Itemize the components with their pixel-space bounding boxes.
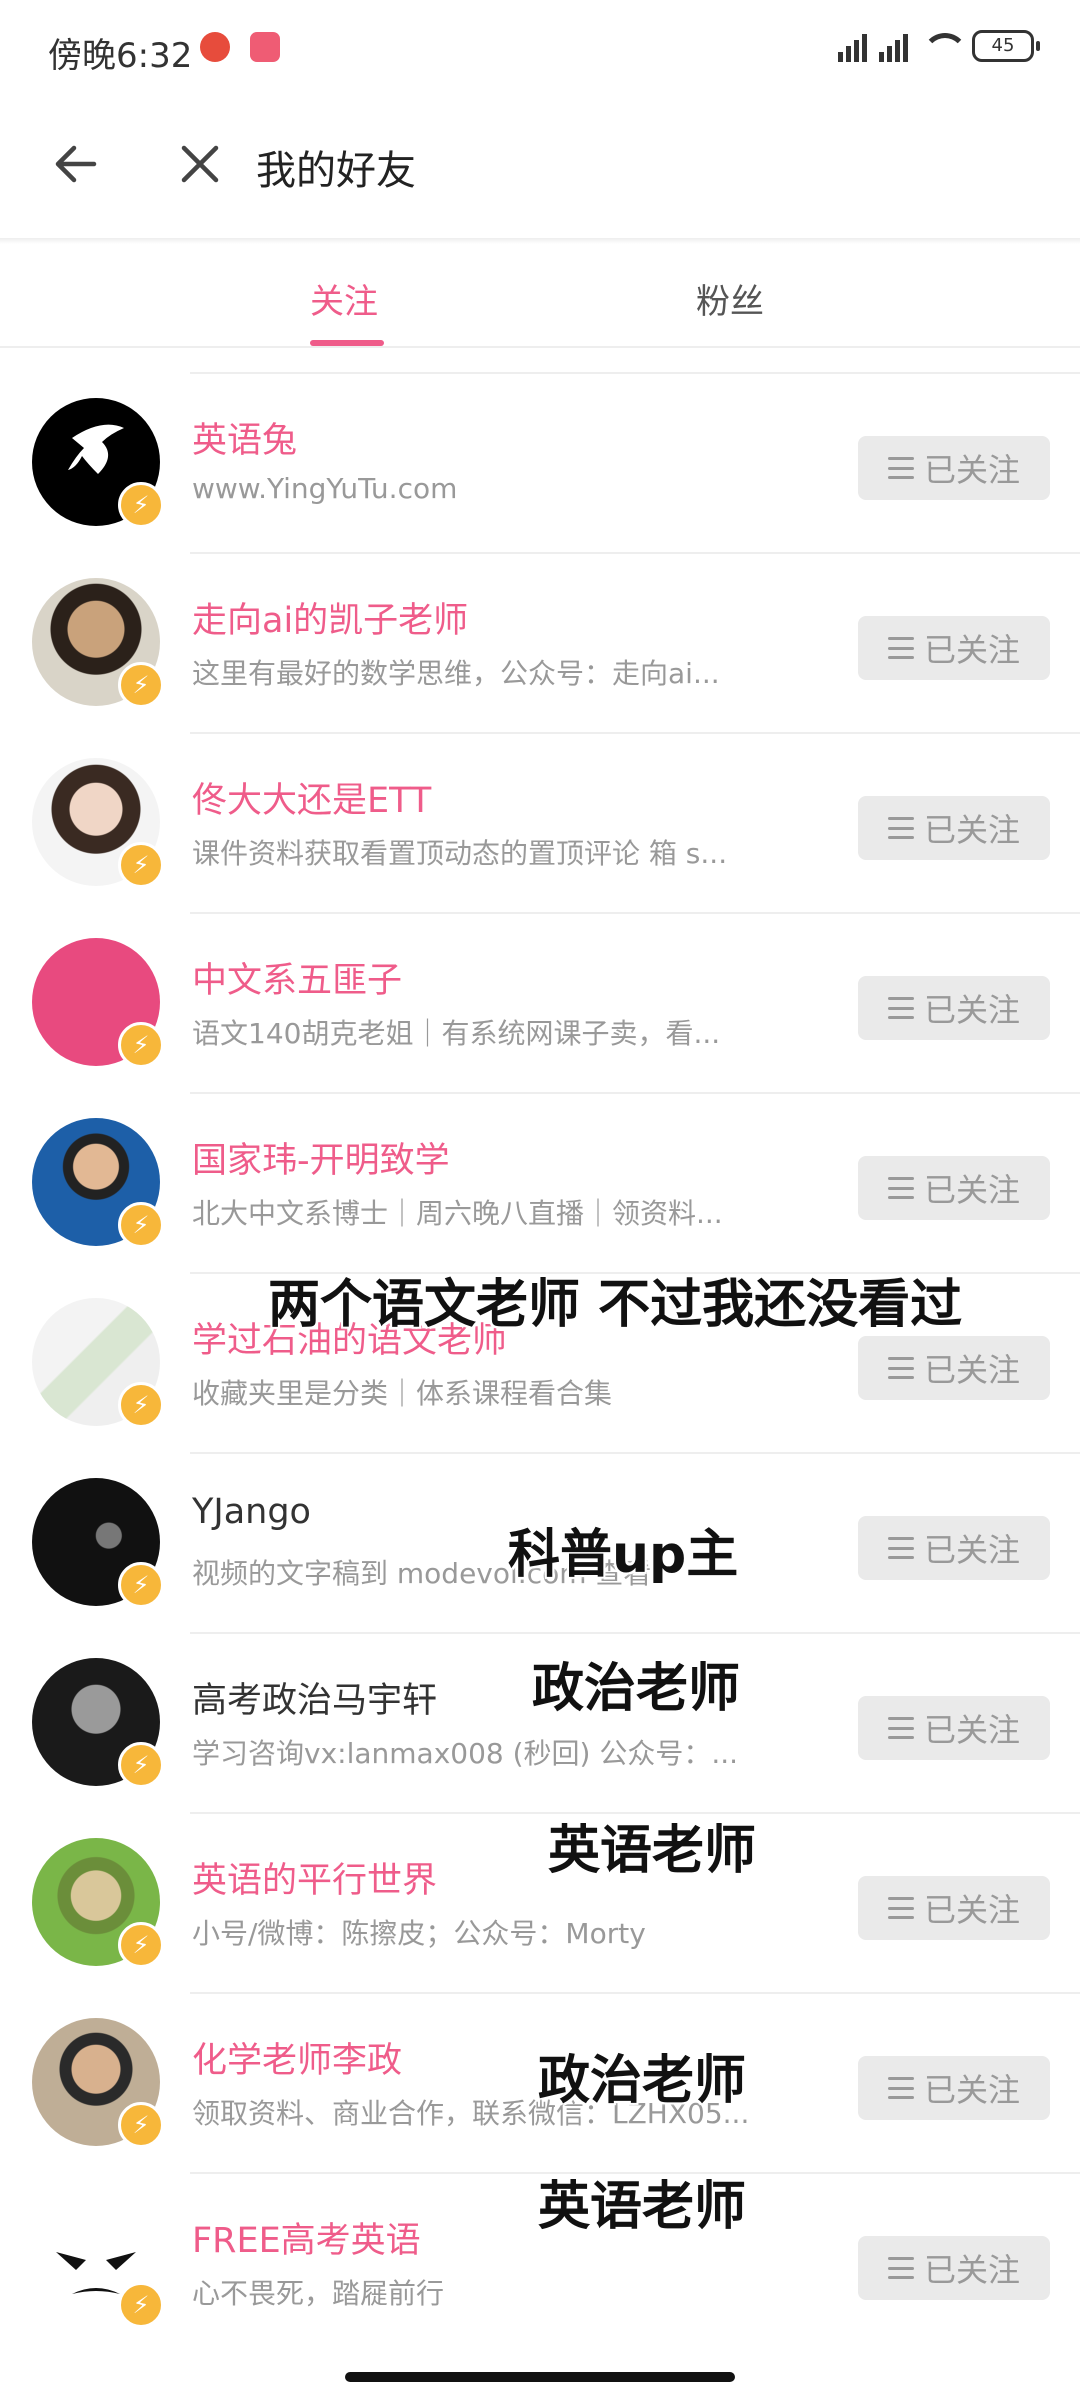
- following-label: 已关注: [923, 1711, 1020, 1749]
- tab-following[interactable]: 关注: [310, 274, 378, 323]
- user-name[interactable]: YJango: [192, 1492, 311, 1532]
- signal-icon: [838, 30, 867, 62]
- status-time: 傍晚6:32: [48, 36, 193, 76]
- verified-badge-icon: ⚡: [118, 2282, 164, 2328]
- list-item[interactable]: ⚡ 英语兔 www.YingYuTu.com 已关注: [0, 374, 1080, 554]
- following-label: 已关注: [923, 451, 1020, 489]
- following-label: 已关注: [923, 1531, 1020, 1569]
- user-name[interactable]: 英语的平行世界: [192, 1852, 437, 1903]
- app-notification-icon-2: [250, 32, 280, 62]
- overlay-caption: 政治老师: [532, 1659, 741, 1719]
- verified-badge-icon: ⚡: [118, 842, 164, 888]
- overlay-caption: 两个语文老师 不过我还没看过: [268, 1275, 963, 1335]
- following-button[interactable]: 已关注: [858, 2236, 1050, 2300]
- following-label: 已关注: [923, 1171, 1020, 1209]
- user-description: 心不畏死，踏屣前行: [192, 2277, 445, 2310]
- status-icons: 45: [838, 30, 1040, 62]
- following-label: 已关注: [923, 631, 1020, 669]
- user-description: www.YingYuTu.com: [192, 472, 458, 505]
- wifi-icon: [920, 31, 968, 61]
- user-name[interactable]: 化学老师李政: [192, 2032, 402, 2083]
- following-button[interactable]: 已关注: [858, 1876, 1050, 1940]
- menu-icon: [887, 2257, 914, 2279]
- verified-badge-icon: ⚡: [118, 1562, 164, 1608]
- menu-icon: [887, 637, 914, 659]
- following-label: 已关注: [923, 2251, 1020, 2289]
- menu-icon: [887, 1897, 914, 1919]
- following-label: 已关注: [923, 2071, 1020, 2109]
- list-item[interactable]: ⚡ 国家玮-开明致学 北大中文系博士｜周六晚八直播｜领资料... 已关注: [0, 1094, 1080, 1274]
- following-button[interactable]: 已关注: [858, 1156, 1050, 1220]
- verified-badge-icon: ⚡: [118, 1202, 164, 1248]
- battery-icon: 45: [972, 30, 1040, 62]
- following-label: 已关注: [923, 811, 1020, 849]
- battery-level: 45: [972, 30, 1034, 62]
- following-button[interactable]: 已关注: [858, 976, 1050, 1040]
- overlay-caption: 英语老师: [538, 2177, 747, 2237]
- verified-badge-icon: ⚡: [118, 2102, 164, 2148]
- user-name[interactable]: FREE高考英语: [192, 2212, 421, 2263]
- following-label: 已关注: [923, 1351, 1020, 1389]
- user-name[interactable]: 英语兔: [192, 412, 297, 463]
- list-item[interactable]: ⚡ 走向ai的凯子老师 这里有最好的数学思维，公众号：走向ai... 已关注: [0, 554, 1080, 734]
- verified-badge-icon: ⚡: [118, 1022, 164, 1068]
- menu-icon: [887, 997, 914, 1019]
- list-item[interactable]: ⚡ 英语的平行世界 小号/微博：陈擦皮；公众号：Morty 已关注: [0, 1814, 1080, 1994]
- overlay-caption: 英语老师: [548, 1821, 757, 1881]
- tabs-divider: [0, 346, 1080, 348]
- list-item[interactable]: ⚡ 中文系五匪子 语文140胡克老姐｜有系统网课子卖，看... 已关注: [0, 914, 1080, 1094]
- user-description: 这里有最好的数学思维，公众号：走向ai...: [192, 657, 720, 690]
- following-button[interactable]: 已关注: [858, 616, 1050, 680]
- menu-icon: [887, 1177, 914, 1199]
- menu-icon: [887, 817, 914, 839]
- tab-fans[interactable]: 粉丝: [696, 274, 764, 323]
- status-bar: 傍晚6:32 45: [0, 0, 1080, 96]
- following-label: 已关注: [923, 1891, 1020, 1929]
- overlay-caption: 科普up主: [508, 1525, 739, 1585]
- page-title: 我的好友: [256, 148, 416, 194]
- user-description: 小号/微博：陈擦皮；公众号：Morty: [192, 1917, 646, 1950]
- verified-badge-icon: ⚡: [118, 1922, 164, 1968]
- menu-icon: [887, 2077, 914, 2099]
- user-description: 语文140胡克老姐｜有系统网课子卖，看...: [192, 1017, 721, 1050]
- app-notification-icon: [200, 32, 230, 62]
- home-indicator[interactable]: [345, 2372, 735, 2382]
- user-name[interactable]: 中文系五匪子: [192, 952, 402, 1003]
- following-button[interactable]: 已关注: [858, 436, 1050, 500]
- user-name[interactable]: 国家玮-开明致学: [192, 1132, 450, 1183]
- close-icon[interactable]: [172, 136, 228, 192]
- user-name[interactable]: 走向ai的凯子老师: [192, 592, 468, 643]
- user-description: 收藏夹里是分类｜体系课程看合集: [192, 1377, 613, 1410]
- verified-badge-icon: ⚡: [118, 1382, 164, 1428]
- following-button[interactable]: 已关注: [858, 1516, 1050, 1580]
- overlay-caption: 政治老师: [538, 2051, 747, 2111]
- top-bar: 我的好友: [0, 96, 1080, 240]
- menu-icon: [887, 457, 914, 479]
- user-name[interactable]: 佟大大还是ETT: [192, 772, 431, 823]
- verified-badge-icon: ⚡: [118, 1742, 164, 1788]
- user-description: 学习咨询vx:lanmax008 (秒回) 公众号：...: [192, 1737, 739, 1770]
- user-description: 北大中文系博士｜周六晚八直播｜领资料...: [192, 1197, 723, 1230]
- tab-bar: 关注 粉丝: [0, 244, 1080, 344]
- menu-icon: [887, 1537, 914, 1559]
- verified-badge-icon: ⚡: [118, 482, 164, 528]
- following-label: 已关注: [923, 991, 1020, 1029]
- following-button[interactable]: 已关注: [858, 1696, 1050, 1760]
- menu-icon: [887, 1717, 914, 1739]
- following-button[interactable]: 已关注: [858, 796, 1050, 860]
- following-button[interactable]: 已关注: [858, 2056, 1050, 2120]
- list-item[interactable]: ⚡ 佟大大还是ETT 课件资料获取看置顶动态的置顶评论 箱 s... 已关注: [0, 734, 1080, 914]
- following-button[interactable]: 已关注: [858, 1336, 1050, 1400]
- menu-icon: [887, 1357, 914, 1379]
- user-description: 课件资料获取看置顶动态的置顶评论 箱 s...: [192, 837, 728, 870]
- back-arrow-icon[interactable]: [48, 136, 104, 192]
- user-name[interactable]: 高考政治马宇轩: [192, 1672, 437, 1723]
- signal-icon-2: [879, 30, 908, 62]
- verified-badge-icon: ⚡: [118, 662, 164, 708]
